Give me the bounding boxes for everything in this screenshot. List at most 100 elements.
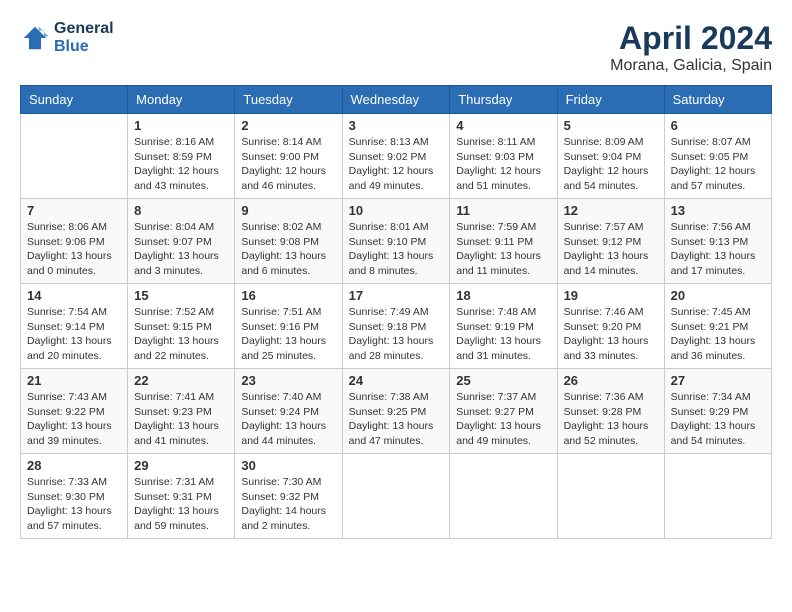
calendar-cell: 30 Sunrise: 7:30 AMSunset: 9:32 PMDayligh… [235,454,342,539]
day-info: Sunrise: 7:56 AMSunset: 9:13 PMDaylight:… [671,220,765,279]
calendar-header-row: SundayMondayTuesdayWednesdayThursdayFrid… [21,86,772,114]
calendar-cell: 6 Sunrise: 8:07 AMSunset: 9:05 PMDaylight… [664,114,771,199]
day-info: Sunrise: 8:02 AMSunset: 9:08 PMDaylight:… [241,220,335,279]
calendar-cell: 19 Sunrise: 7:46 AMSunset: 9:20 PMDayligh… [557,284,664,369]
day-info: Sunrise: 8:06 AMSunset: 9:06 PMDaylight:… [27,220,121,279]
calendar-cell: 22 Sunrise: 7:41 AMSunset: 9:23 PMDayligh… [128,369,235,454]
day-info: Sunrise: 7:54 AMSunset: 9:14 PMDaylight:… [27,305,121,364]
calendar-cell: 3 Sunrise: 8:13 AMSunset: 9:02 PMDaylight… [342,114,450,199]
day-info: Sunrise: 7:45 AMSunset: 9:21 PMDaylight:… [671,305,765,364]
day-number: 24 [349,373,444,388]
day-number: 3 [349,118,444,133]
calendar-cell: 28 Sunrise: 7:33 AMSunset: 9:30 PMDayligh… [21,454,128,539]
day-number: 7 [27,203,121,218]
page-header: General Blue April 2024 Morana, Galicia,… [20,20,772,75]
day-header-friday: Friday [557,86,664,114]
calendar-cell: 14 Sunrise: 7:54 AMSunset: 9:14 PMDayligh… [21,284,128,369]
calendar-cell: 29Sunrise: 7:31 AMSunset: 9:31 PMDayligh… [128,454,235,539]
day-info: Sunrise: 8:13 AMSunset: 9:02 PMDaylight:… [349,135,444,194]
day-info: Sunrise: 7:49 AMSunset: 9:18 PMDaylight:… [349,305,444,364]
location-subtitle: Morana, Galicia, Spain [610,57,772,75]
day-number: 2 [241,118,335,133]
calendar-cell: 21 Sunrise: 7:43 AMSunset: 9:22 PMDayligh… [21,369,128,454]
day-info: Sunrise: 7:41 AMSunset: 9:23 PMDaylight:… [134,390,228,449]
day-number: 15 [134,288,228,303]
calendar-cell: 11Sunrise: 7:59 AMSunset: 9:11 PMDayligh… [450,199,557,284]
calendar-cell: 4Sunrise: 8:11 AMSunset: 9:03 PMDaylight… [450,114,557,199]
day-number: 13 [671,203,765,218]
day-number: 23 [241,373,335,388]
day-number: 27 [671,373,765,388]
calendar-cell: 10 Sunrise: 8:01 AMSunset: 9:10 PMDayligh… [342,199,450,284]
week-row-1: 1 Sunrise: 8:16 AMSunset: 8:59 PMDaylight… [21,114,772,199]
day-number: 20 [671,288,765,303]
day-number: 10 [349,203,444,218]
day-info: Sunrise: 8:04 AMSunset: 9:07 PMDaylight:… [134,220,228,279]
month-year-title: April 2024 [610,20,772,57]
calendar-cell: 7 Sunrise: 8:06 AMSunset: 9:06 PMDaylight… [21,199,128,284]
day-info: Sunrise: 8:01 AMSunset: 9:10 PMDaylight:… [349,220,444,279]
calendar-cell: 2 Sunrise: 8:14 AMSunset: 9:00 PMDaylight… [235,114,342,199]
day-info: Sunrise: 7:37 AMSunset: 9:27 PMDaylight:… [456,390,550,449]
day-number: 21 [27,373,121,388]
day-number: 25 [456,373,550,388]
calendar-cell: 20 Sunrise: 7:45 AMSunset: 9:21 PMDayligh… [664,284,771,369]
day-info: Sunrise: 7:52 AMSunset: 9:15 PMDaylight:… [134,305,228,364]
day-header-thursday: Thursday [450,86,557,114]
day-number: 8 [134,203,228,218]
day-info: Sunrise: 8:14 AMSunset: 9:00 PMDaylight:… [241,135,335,194]
calendar-cell: 27Sunrise: 7:34 AMSunset: 9:29 PMDayligh… [664,369,771,454]
day-info: Sunrise: 7:48 AMSunset: 9:19 PMDaylight:… [456,305,550,364]
day-info: Sunrise: 7:59 AMSunset: 9:11 PMDaylight:… [456,220,550,279]
day-number: 16 [241,288,335,303]
day-number: 22 [134,373,228,388]
day-info: Sunrise: 7:51 AMSunset: 9:16 PMDaylight:… [241,305,335,364]
calendar-cell: 12Sunrise: 7:57 AMSunset: 9:12 PMDayligh… [557,199,664,284]
day-number: 14 [27,288,121,303]
calendar-cell: 24 Sunrise: 7:38 AMSunset: 9:25 PMDayligh… [342,369,450,454]
day-info: Sunrise: 7:40 AMSunset: 9:24 PMDaylight:… [241,390,335,449]
day-info: Sunrise: 7:33 AMSunset: 9:30 PMDaylight:… [27,475,121,534]
day-number: 28 [27,458,121,473]
day-number: 19 [564,288,658,303]
day-info: Sunrise: 7:38 AMSunset: 9:25 PMDaylight:… [349,390,444,449]
week-row-4: 21 Sunrise: 7:43 AMSunset: 9:22 PMDayligh… [21,369,772,454]
week-row-5: 28 Sunrise: 7:33 AMSunset: 9:30 PMDayligh… [21,454,772,539]
day-info: Sunrise: 7:36 AMSunset: 9:28 PMDaylight:… [564,390,658,449]
calendar-cell: 5 Sunrise: 8:09 AMSunset: 9:04 PMDaylight… [557,114,664,199]
calendar-table: SundayMondayTuesdayWednesdayThursdayFrid… [20,85,772,539]
day-number: 18 [456,288,550,303]
calendar-cell: 25 Sunrise: 7:37 AMSunset: 9:27 PMDayligh… [450,369,557,454]
calendar-cell [342,454,450,539]
logo: General Blue [20,20,114,56]
day-info: Sunrise: 7:30 AMSunset: 9:32 PMDaylight:… [241,475,335,534]
day-info: Sunrise: 8:07 AMSunset: 9:05 PMDaylight:… [671,135,765,194]
calendar-cell: 16 Sunrise: 7:51 AMSunset: 9:16 PMDayligh… [235,284,342,369]
day-info: Sunrise: 8:16 AMSunset: 8:59 PMDaylight:… [134,135,228,194]
day-number: 26 [564,373,658,388]
day-number: 12 [564,203,658,218]
day-number: 6 [671,118,765,133]
day-header-monday: Monday [128,86,235,114]
calendar-cell: 9 Sunrise: 8:02 AMSunset: 9:08 PMDaylight… [235,199,342,284]
calendar-cell: 26 Sunrise: 7:36 AMSunset: 9:28 PMDayligh… [557,369,664,454]
day-number: 4 [456,118,550,133]
day-number: 9 [241,203,335,218]
day-header-tuesday: Tuesday [235,86,342,114]
day-header-saturday: Saturday [664,86,771,114]
calendar-cell: 23 Sunrise: 7:40 AMSunset: 9:24 PMDayligh… [235,369,342,454]
day-info: Sunrise: 8:09 AMSunset: 9:04 PMDaylight:… [564,135,658,194]
day-info: Sunrise: 7:46 AMSunset: 9:20 PMDaylight:… [564,305,658,364]
day-number: 30 [241,458,335,473]
day-header-sunday: Sunday [21,86,128,114]
calendar-cell: 17Sunrise: 7:49 AMSunset: 9:18 PMDayligh… [342,284,450,369]
calendar-cell: 13 Sunrise: 7:56 AMSunset: 9:13 PMDayligh… [664,199,771,284]
logo-text: General Blue [54,20,114,56]
day-info: Sunrise: 7:43 AMSunset: 9:22 PMDaylight:… [27,390,121,449]
calendar-cell: 1 Sunrise: 8:16 AMSunset: 8:59 PMDaylight… [128,114,235,199]
day-number: 1 [134,118,228,133]
week-row-2: 7 Sunrise: 8:06 AMSunset: 9:06 PMDaylight… [21,199,772,284]
calendar-cell: 15 Sunrise: 7:52 AMSunset: 9:15 PMDayligh… [128,284,235,369]
day-number: 5 [564,118,658,133]
day-header-wednesday: Wednesday [342,86,450,114]
